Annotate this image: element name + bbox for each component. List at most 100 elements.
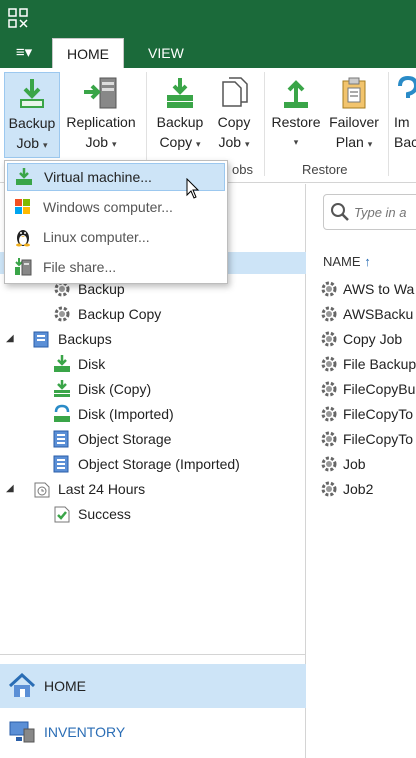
- success-icon: [54, 506, 70, 523]
- tree-item-success[interactable]: Success: [52, 502, 131, 526]
- disk-imported-icon: [54, 404, 70, 422]
- job-name: Job: [343, 456, 366, 472]
- tree-item-label: Success: [78, 506, 131, 522]
- tree-item-label: Object Storage: [78, 431, 172, 447]
- failover-plan-button[interactable]: Failover Plan ▾: [326, 72, 382, 158]
- replication-job-icon: [84, 77, 117, 109]
- menu-item-label: Windows computer...: [43, 199, 173, 215]
- job-name: FileCopyBu: [343, 381, 416, 397]
- copy-job-button[interactable]: Copy Job ▾: [210, 72, 258, 158]
- replication-job-label-2: Job: [85, 134, 109, 150]
- job-list-item[interactable]: AWS to Wa: [319, 277, 414, 301]
- disk-icon: [54, 355, 70, 372]
- disk-copy-icon: [54, 380, 70, 397]
- ribbon-tab-bar: ≡▾ HOME VIEW: [0, 36, 416, 68]
- job-list-item[interactable]: File Backup: [319, 352, 416, 376]
- chevron-down-icon: ▾: [196, 139, 201, 149]
- backup-copy-label-1: Backup: [156, 114, 204, 130]
- gear-icon: [321, 431, 337, 447]
- backups-icon: [33, 331, 49, 348]
- tree-item-object-storage[interactable]: Object Storage: [52, 427, 171, 451]
- menu-item-file-share[interactable]: File share...: [7, 253, 225, 281]
- windows-computer-icon: [15, 199, 30, 214]
- name-column-header[interactable]: NAME ↑: [323, 254, 371, 269]
- job-name: File Backup: [343, 356, 416, 372]
- nav-home-button[interactable]: HOME: [0, 664, 306, 708]
- chevron-down-icon: ▾: [367, 139, 373, 149]
- tree-item-label: Backup Copy: [78, 306, 162, 322]
- nav-inventory-label: INVENTORY: [44, 724, 126, 740]
- file-share-icon: [15, 258, 32, 276]
- main-menu-button[interactable]: ≡▾: [6, 40, 42, 64]
- job-name: FileCopyTo: [343, 406, 414, 422]
- restore-button[interactable]: Restore ▾: [268, 72, 324, 158]
- sort-ascending-icon: ↑: [364, 254, 371, 269]
- tree-item-label: Backups: [58, 331, 112, 347]
- backup-job-label-2: Job: [16, 135, 40, 151]
- tree-item-label: Disk (Imported): [78, 406, 174, 422]
- job-name: AWS to Wa: [343, 281, 415, 297]
- copy-job-label-1: Copy: [217, 114, 251, 130]
- mouse-cursor-icon: [186, 178, 200, 199]
- last-24-hours-icon: [34, 482, 50, 498]
- backup-copy-label-2: Copy: [159, 134, 193, 150]
- replication-job-label-1: Replication: [66, 114, 136, 130]
- object-storage-imported-icon: [53, 455, 69, 473]
- tree-item-backups[interactable]: Backups: [32, 327, 112, 351]
- chevron-down-icon: ▾: [111, 139, 117, 149]
- job-list-item[interactable]: FileCopyBu: [319, 377, 415, 401]
- backup-copy-button[interactable]: Backup Copy ▾: [152, 72, 208, 158]
- job-list-item[interactable]: FileCopyTo: [319, 402, 413, 426]
- tree-item-disk-copy[interactable]: Disk (Copy): [52, 377, 151, 401]
- copy-job-icon: [222, 77, 248, 107]
- backup-job-button[interactable]: Backup Job ▾: [4, 72, 60, 158]
- virtual-machine-icon: [16, 168, 32, 185]
- group-separator: [388, 72, 389, 176]
- gear-icon: [321, 281, 337, 297]
- nav-separator: [0, 654, 306, 655]
- app-logo-icon: [8, 8, 28, 28]
- job-name: AWSBacku: [343, 306, 414, 322]
- import-backup-label-2: Bac: [394, 134, 416, 150]
- restore-icon: [284, 80, 308, 108]
- job-name: Job2: [343, 481, 374, 497]
- tab-view[interactable]: VIEW: [134, 38, 198, 68]
- tree-item-backup-copy[interactable]: Backup Copy: [52, 302, 161, 326]
- nav-inventory-button[interactable]: INVENTORY: [0, 710, 306, 754]
- tree-item-disk-imported[interactable]: Disk (Imported): [52, 402, 174, 426]
- tab-home[interactable]: HOME: [52, 38, 124, 68]
- job-list-item[interactable]: Job: [319, 452, 366, 476]
- chevron-down-icon: ▾: [42, 140, 48, 150]
- menu-item-linux-computer[interactable]: Linux computer...: [7, 223, 225, 251]
- replication-job-button[interactable]: Replication Job ▾: [62, 72, 140, 158]
- gear-icon: [321, 306, 337, 322]
- search-input[interactable]: [354, 204, 416, 220]
- search-box[interactable]: [323, 194, 416, 230]
- import-backup-icon: [398, 76, 416, 98]
- inventory-icon: [9, 721, 35, 743]
- job-list-item[interactable]: FileCopyTo: [319, 427, 413, 451]
- copy-job-label-2: Job: [218, 134, 242, 150]
- job-name: FileCopyTo: [343, 431, 414, 447]
- tree-item-label: Disk: [78, 356, 106, 372]
- jobs-list-pane: NAME ↑ AWS to Wa AWSBacku Copy Job File Bac…: [307, 184, 416, 758]
- column-header-label: NAME: [323, 254, 361, 269]
- import-backup-button[interactable]: Im Bac: [394, 72, 416, 158]
- group-separator: [264, 72, 265, 176]
- job-list-item[interactable]: AWSBacku: [319, 302, 413, 326]
- job-list-item[interactable]: Copy Job: [319, 327, 402, 351]
- tree-expander-last-24-hours[interactable]: ◢: [6, 483, 14, 494]
- tree-item-object-storage-imported[interactable]: Object Storage (Imported): [52, 452, 240, 476]
- restore-label: Restore: [271, 114, 321, 130]
- job-list-item[interactable]: Job2: [319, 477, 373, 501]
- tree-item-label: Object Storage (Imported): [78, 456, 240, 472]
- tree-item-last-24-hours[interactable]: Last 24 Hours: [32, 477, 145, 501]
- menu-item-label: File share...: [43, 259, 117, 275]
- gear-icon: [321, 381, 337, 397]
- tree-item-disk[interactable]: Disk: [52, 352, 105, 376]
- gear-icon: [54, 306, 70, 322]
- gear-icon: [321, 406, 337, 422]
- gear-icon: [321, 356, 337, 372]
- home-icon: [8, 673, 36, 697]
- tree-expander-backups[interactable]: ◢: [6, 333, 14, 344]
